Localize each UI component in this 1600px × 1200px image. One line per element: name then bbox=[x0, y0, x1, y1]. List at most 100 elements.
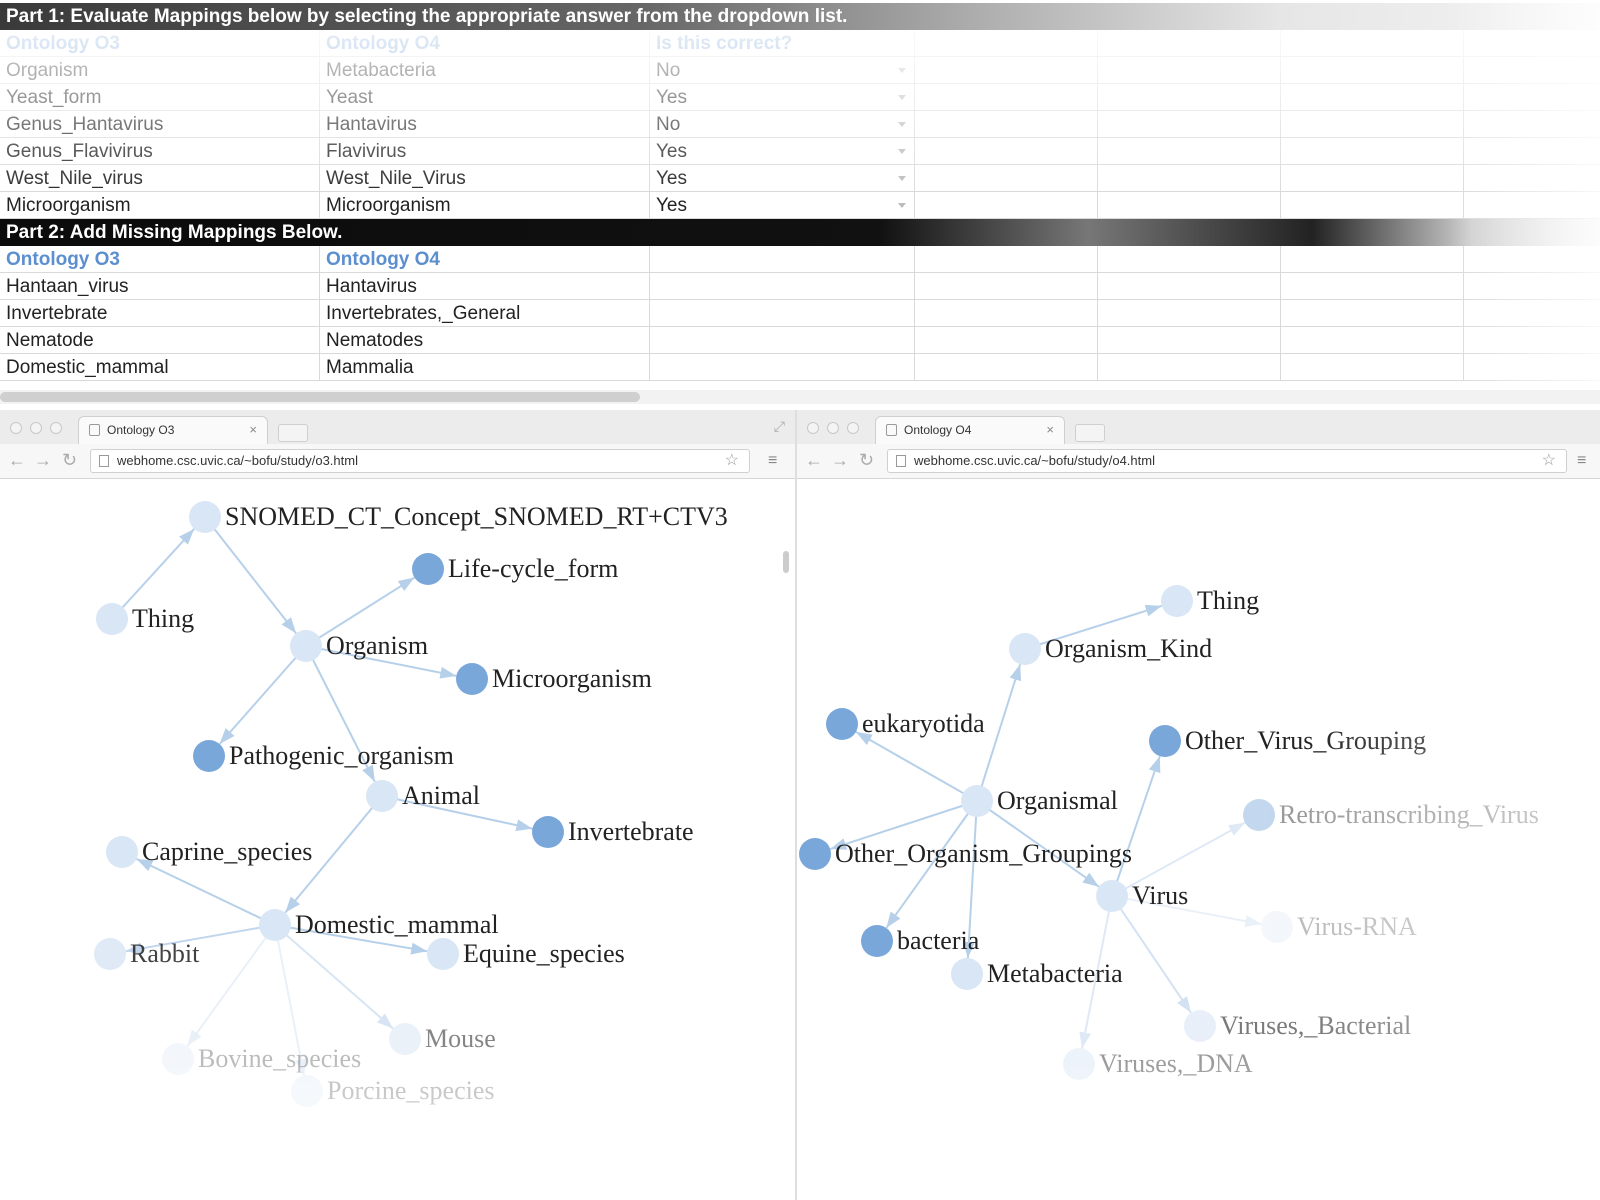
empty-cell[interactable] bbox=[915, 246, 1098, 273]
empty-cell[interactable] bbox=[915, 300, 1098, 327]
answer-dropdown[interactable]: Yes bbox=[650, 84, 915, 111]
empty-cell[interactable] bbox=[1098, 354, 1281, 381]
empty-cell[interactable] bbox=[1098, 165, 1281, 192]
empty-cell[interactable] bbox=[915, 327, 1098, 354]
empty-cell[interactable] bbox=[915, 57, 1098, 84]
node-circle[interactable] bbox=[259, 909, 291, 941]
empty-cell[interactable] bbox=[650, 300, 915, 327]
node-label[interactable]: Other_Virus_Grouping bbox=[1185, 726, 1426, 755]
graph-node[interactable]: Pathogenic_organism bbox=[193, 740, 454, 772]
node-label[interactable]: eukaryotida bbox=[862, 709, 985, 738]
empty-cell[interactable] bbox=[1098, 246, 1281, 273]
empty-cell[interactable] bbox=[1464, 165, 1600, 192]
node-label[interactable]: Equine_species bbox=[463, 939, 625, 968]
node-circle[interactable] bbox=[1161, 585, 1193, 617]
horizontal-scrollbar[interactable] bbox=[0, 390, 1600, 404]
empty-cell[interactable] bbox=[650, 246, 915, 273]
cell-o4[interactable]: Yeast bbox=[320, 84, 650, 111]
node-label[interactable]: Organism_Kind bbox=[1045, 634, 1212, 663]
empty-cell[interactable] bbox=[1464, 354, 1600, 381]
empty-cell[interactable] bbox=[1098, 57, 1281, 84]
node-label[interactable]: Thing bbox=[1197, 586, 1259, 615]
empty-cell[interactable] bbox=[1464, 300, 1600, 327]
cell-o3[interactable]: Invertebrate bbox=[0, 300, 320, 327]
empty-cell[interactable] bbox=[1464, 246, 1600, 273]
chevron-down-icon[interactable] bbox=[898, 122, 906, 127]
node-circle[interactable] bbox=[427, 938, 459, 970]
chevron-down-icon[interactable] bbox=[898, 176, 906, 181]
node-label[interactable]: SNOMED_CT_Concept_SNOMED_RT+CTV3 bbox=[225, 502, 728, 531]
graph-node[interactable]: Rabbit bbox=[94, 938, 200, 970]
empty-cell[interactable] bbox=[1281, 30, 1464, 57]
empty-cell[interactable] bbox=[915, 30, 1098, 57]
ontology-graph-o4[interactable]: Thing Organism_Kind eukaryotida Other_Virus… bbox=[797, 479, 1600, 1200]
graph-node[interactable]: Mouse bbox=[389, 1023, 496, 1055]
answer-dropdown[interactable]: No bbox=[650, 57, 915, 84]
node-circle[interactable] bbox=[951, 958, 983, 990]
scrollbar-thumb[interactable] bbox=[0, 392, 640, 402]
empty-cell[interactable] bbox=[1464, 30, 1600, 57]
empty-cell[interactable] bbox=[1281, 246, 1464, 273]
cell-o3[interactable]: Nematode bbox=[0, 327, 320, 354]
empty-cell[interactable] bbox=[1098, 273, 1281, 300]
address-bar[interactable]: webhome.csc.uvic.ca/~bofu/study/o3.html … bbox=[90, 449, 750, 473]
node-label[interactable]: Thing bbox=[132, 604, 194, 633]
minimize-window-button[interactable] bbox=[827, 422, 839, 434]
node-label[interactable]: Pathogenic_organism bbox=[229, 741, 454, 770]
close-window-button[interactable] bbox=[10, 422, 22, 434]
graph-viewport-o3[interactable]: SNOMED_CT_Concept_SNOMED_RT+CTV3 Life-cyc… bbox=[0, 479, 795, 1200]
chevron-down-icon[interactable] bbox=[898, 149, 906, 154]
node-label[interactable]: Viruses,_Bacterial bbox=[1220, 1011, 1411, 1040]
column-header-o4[interactable]: Ontology O4 bbox=[320, 30, 650, 57]
vertical-scrollbar[interactable] bbox=[783, 551, 789, 573]
node-circle[interactable] bbox=[1261, 911, 1293, 943]
empty-cell[interactable] bbox=[1098, 192, 1281, 219]
node-label[interactable]: Bovine_species bbox=[198, 1044, 361, 1073]
empty-cell[interactable] bbox=[1281, 273, 1464, 300]
empty-cell[interactable] bbox=[915, 138, 1098, 165]
column-header-o3[interactable]: Ontology O3 bbox=[0, 30, 320, 57]
graph-node[interactable]: Virus-RNA bbox=[1261, 911, 1417, 943]
close-window-button[interactable] bbox=[807, 422, 819, 434]
empty-cell[interactable] bbox=[1098, 300, 1281, 327]
node-circle[interactable] bbox=[1149, 725, 1181, 757]
bookmark-star-icon[interactable]: ☆ bbox=[1542, 450, 1556, 472]
node-circle[interactable] bbox=[456, 663, 488, 695]
empty-cell[interactable] bbox=[1464, 57, 1600, 84]
node-circle[interactable] bbox=[162, 1043, 194, 1075]
fullscreen-icon[interactable]: ⤢ bbox=[774, 418, 785, 435]
graph-node[interactable]: Porcine_species bbox=[291, 1075, 495, 1107]
empty-cell[interactable] bbox=[915, 165, 1098, 192]
empty-cell[interactable] bbox=[1464, 138, 1600, 165]
cell-o3[interactable]: Yeast_form bbox=[0, 84, 320, 111]
empty-cell[interactable] bbox=[915, 192, 1098, 219]
empty-cell[interactable] bbox=[1098, 30, 1281, 57]
graph-node[interactable]: Microorganism bbox=[456, 663, 652, 695]
node-circle[interactable] bbox=[826, 708, 858, 740]
cell-o4[interactable]: Microorganism bbox=[320, 192, 650, 219]
cell-o4[interactable]: Mammalia bbox=[320, 354, 650, 381]
back-icon[interactable]: ← bbox=[8, 450, 26, 471]
empty-cell[interactable] bbox=[1281, 354, 1464, 381]
empty-cell[interactable] bbox=[1281, 327, 1464, 354]
cell-o3[interactable]: Organism bbox=[0, 57, 320, 84]
empty-cell[interactable] bbox=[915, 111, 1098, 138]
tab-close-icon[interactable]: × bbox=[1046, 417, 1054, 443]
node-circle[interactable] bbox=[106, 836, 138, 868]
empty-cell[interactable] bbox=[1098, 84, 1281, 111]
empty-cell[interactable] bbox=[1464, 327, 1600, 354]
empty-cell[interactable] bbox=[1098, 138, 1281, 165]
empty-cell[interactable] bbox=[1281, 111, 1464, 138]
node-circle[interactable] bbox=[1063, 1048, 1095, 1080]
graph-node[interactable]: Bovine_species bbox=[162, 1043, 361, 1075]
menu-icon[interactable]: ≡ bbox=[768, 452, 777, 470]
node-circle[interactable] bbox=[189, 501, 221, 533]
node-label[interactable]: Microorganism bbox=[492, 664, 652, 693]
ontology-graph-o3[interactable]: SNOMED_CT_Concept_SNOMED_RT+CTV3 Life-cyc… bbox=[0, 479, 795, 1200]
empty-cell[interactable] bbox=[1281, 57, 1464, 84]
node-label[interactable]: Rabbit bbox=[130, 939, 200, 968]
cell-o3[interactable]: West_Nile_virus bbox=[0, 165, 320, 192]
node-circle[interactable] bbox=[291, 1075, 323, 1107]
reload-icon[interactable]: ↻ bbox=[859, 450, 874, 471]
forward-icon[interactable]: → bbox=[831, 450, 849, 471]
